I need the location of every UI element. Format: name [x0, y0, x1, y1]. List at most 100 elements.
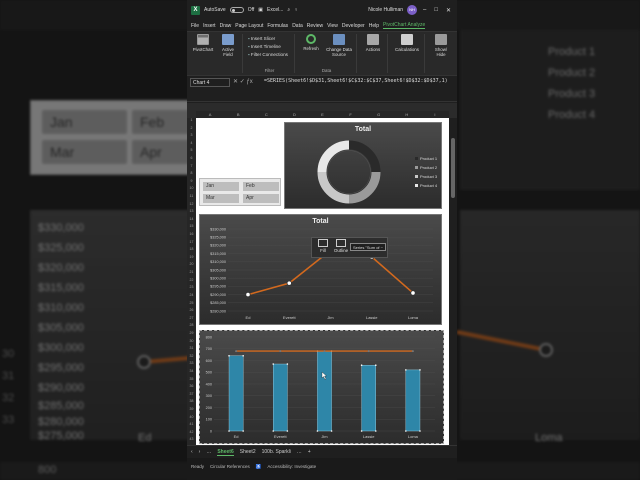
month-slicer[interactable]: Jan Feb Mar Apr — [199, 178, 281, 206]
sheet-tab-sheet6[interactable]: Sheet6 — [217, 449, 234, 456]
fill-button[interactable]: Fill — [314, 239, 332, 253]
sheet-tab-sparkline[interactable]: 100b. Sparkli — [262, 449, 291, 455]
row-header[interactable]: 40 — [187, 415, 196, 419]
pivotchart-button[interactable]: PivotChart — [192, 34, 214, 73]
vertical-scrollbar[interactable] — [449, 118, 457, 445]
row-header[interactable]: 41 — [187, 422, 196, 426]
active-field-button[interactable]: Active Field — [217, 34, 239, 73]
column-header[interactable]: H — [393, 111, 421, 118]
sheet-area[interactable]: Jan Feb Mar Apr Total Product 1 Product … — [196, 118, 449, 445]
row-header[interactable]: 22 — [187, 278, 196, 282]
row-header[interactable]: 33 — [187, 361, 196, 365]
row-header[interactable]: 6 — [187, 156, 196, 160]
status-accessibility[interactable]: Accessibility: Investigate — [267, 464, 316, 474]
search-icon[interactable]: ⌕ — [287, 7, 290, 13]
column-header[interactable]: D — [280, 111, 308, 118]
row-header[interactable]: 1 — [187, 118, 196, 122]
status-circular[interactable]: Circular References — [210, 464, 250, 474]
row-header[interactable]: 32 — [187, 354, 196, 358]
save-icon[interactable]: ▣ — [258, 7, 263, 13]
tab-draw[interactable]: Draw — [220, 23, 232, 29]
tab-view[interactable]: View — [327, 23, 338, 29]
autosave-toggle[interactable] — [229, 7, 244, 13]
fx-icon[interactable]: ✕ ✓ ƒx — [233, 78, 261, 99]
sheet-tab-sheet2[interactable]: Sheet2 — [240, 449, 256, 455]
column-header[interactable]: A — [196, 111, 224, 118]
series-select[interactable]: Series "Sum of ~ — [350, 243, 386, 251]
row-header[interactable]: 30 — [187, 339, 196, 343]
row-header[interactable]: 13 — [187, 209, 196, 213]
row-header[interactable]: 25 — [187, 301, 196, 305]
add-sheet-icon[interactable]: + — [308, 449, 311, 455]
row-header[interactable]: 9 — [187, 179, 196, 183]
column-header[interactable]: C — [252, 111, 280, 118]
row-header[interactable]: 35 — [187, 377, 196, 381]
row-header[interactable]: 28 — [187, 323, 196, 327]
column-header[interactable]: G — [365, 111, 393, 118]
row-header[interactable]: 18 — [187, 247, 196, 251]
maximize-icon[interactable]: □ — [432, 7, 440, 13]
row-header[interactable]: 26 — [187, 308, 196, 312]
avatar[interactable]: NH — [407, 5, 417, 15]
row-header[interactable]: 4 — [187, 141, 196, 145]
show-hide-button[interactable]: Show/ Hide — [430, 34, 452, 73]
tab-file[interactable]: File — [191, 23, 199, 29]
slicer-item-feb[interactable]: Feb — [243, 182, 279, 191]
outline-button[interactable]: Outline — [332, 239, 350, 253]
row-header[interactable]: 12 — [187, 202, 196, 206]
row-header[interactable]: 11 — [187, 194, 196, 198]
filter-connections-button[interactable]: Filter Connections — [248, 52, 288, 57]
prev-sheet-icon[interactable]: ‹ — [191, 449, 193, 455]
minimize-icon[interactable]: – — [421, 7, 428, 13]
row-header[interactable]: 42 — [187, 430, 196, 434]
slicer-item-apr[interactable]: Apr — [243, 194, 279, 203]
column-header[interactable]: I — [421, 111, 449, 118]
row-header[interactable]: 2 — [187, 126, 196, 130]
tab-help[interactable]: Help — [369, 23, 379, 29]
row-header[interactable]: 3 — [187, 133, 196, 137]
row-header[interactable]: 15 — [187, 224, 196, 228]
row-header[interactable]: 31 — [187, 346, 196, 350]
line-chart[interactable]: Total $330,000 $325,000 $320,000 $315,000 $3… — [199, 214, 442, 325]
formula-input[interactable]: =SERIES(Sheet6!$D$31,Sheet6!$C$32:$C$37,… — [264, 78, 454, 99]
tab-data[interactable]: Data — [292, 23, 303, 29]
donut-chart[interactable]: Total Product 1 Product 2 Product 3 Prod… — [284, 122, 442, 209]
row-header[interactable]: 8 — [187, 171, 196, 175]
row-header[interactable]: 10 — [187, 186, 196, 190]
row-header[interactable]: 39 — [187, 407, 196, 411]
file-name[interactable]: Excel... — [267, 7, 283, 13]
tab-review[interactable]: Review — [307, 23, 323, 29]
row-header[interactable]: 34 — [187, 369, 196, 373]
row-header[interactable]: 17 — [187, 240, 196, 244]
row-header[interactable]: 5 — [187, 148, 196, 152]
row-header[interactable]: 23 — [187, 285, 196, 289]
row-header[interactable]: 38 — [187, 399, 196, 403]
actions-button[interactable]: Actions — [362, 34, 384, 73]
name-box[interactable]: Chart 4 — [190, 78, 230, 87]
row-header[interactable]: 16 — [187, 232, 196, 236]
next-sheet-icon[interactable]: › — [199, 449, 201, 455]
row-header[interactable]: 29 — [187, 331, 196, 335]
insert-slicer-button[interactable]: Insert Slicer — [248, 36, 288, 41]
row-header[interactable]: 20 — [187, 262, 196, 266]
tab-developer[interactable]: Developer — [342, 23, 365, 29]
column-header[interactable]: F — [337, 111, 365, 118]
column-header[interactable]: B — [224, 111, 252, 118]
row-header[interactable]: 37 — [187, 392, 196, 396]
calculations-button[interactable]: Calculations — [393, 34, 421, 73]
slicer-item-mar[interactable]: Mar — [203, 194, 239, 203]
tab-page-layout[interactable]: Page Layout — [235, 23, 263, 29]
more-sheets-icon[interactable]: … — [206, 449, 211, 455]
tab-formulas[interactable]: Formulas — [267, 23, 288, 29]
row-header[interactable]: 14 — [187, 217, 196, 221]
lightbulb-icon[interactable]: ♀ — [294, 7, 298, 13]
row-header[interactable]: 36 — [187, 384, 196, 388]
tab-insert[interactable]: Insert — [203, 23, 216, 29]
bar-chart[interactable]: 800 700 600 500 400 300 200 100 0 Ed Everett Jim Las… — [199, 330, 444, 444]
row-header[interactable]: 43 — [187, 437, 196, 441]
row-header[interactable]: 21 — [187, 270, 196, 274]
slicer-item-jan[interactable]: Jan — [203, 182, 239, 191]
insert-timeline-button[interactable]: Insert Timeline — [248, 44, 288, 49]
row-header[interactable]: 27 — [187, 316, 196, 320]
row-header[interactable]: 24 — [187, 293, 196, 297]
